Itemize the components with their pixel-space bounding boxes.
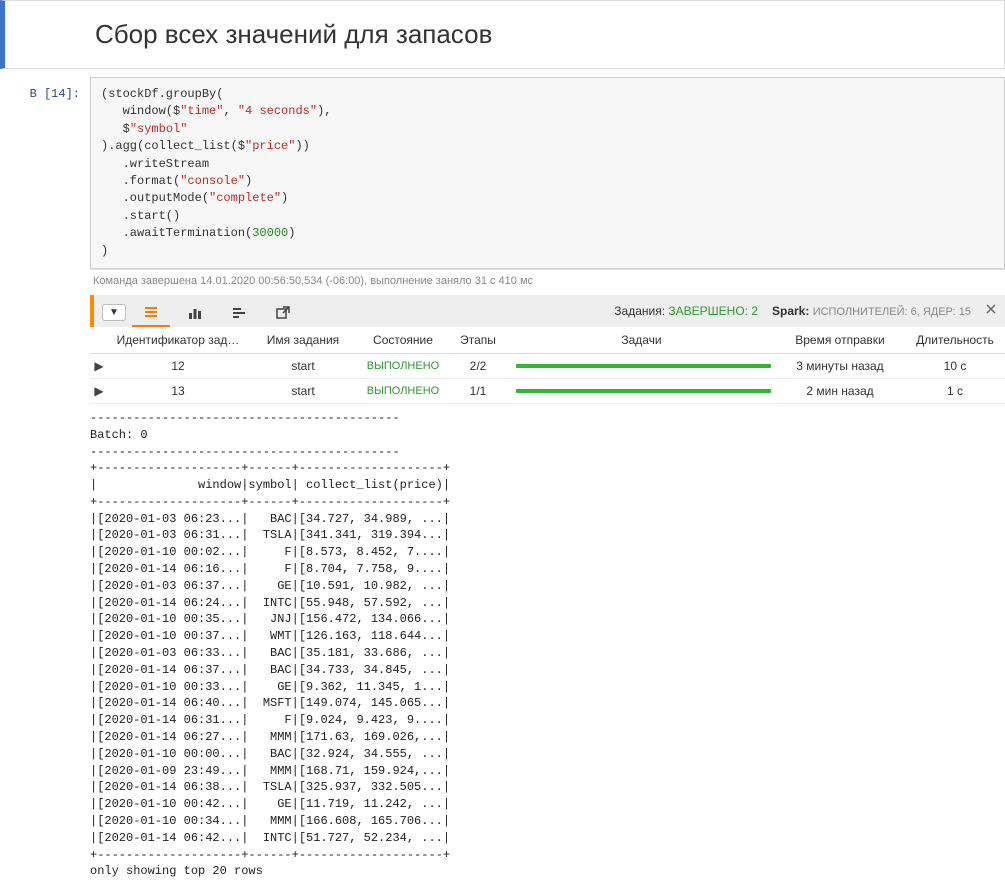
expand-row-button[interactable]: ▶: [90, 378, 108, 403]
console-output: ----------------------------------------…: [90, 404, 1005, 880]
jobs-toolbar: ▼ Задания: ЗАВЕРШЕНО: 2 Spark: ИСП: [90, 295, 1005, 327]
job-row: ▶ 13 start ВЫПОЛНЕНО 1/1 2 мин назад 1 с: [90, 378, 1005, 403]
job-id: 12: [108, 353, 248, 378]
job-row: ▶ 12 start ВЫПОЛНЕНО 2/2 3 минуты назад …: [90, 353, 1005, 378]
job-state: ВЫПОЛНЕНО: [358, 378, 448, 403]
progress-bar: [516, 389, 771, 393]
prompt-label: В [14]:: [0, 77, 90, 101]
jobs-header-cell[interactable]: Имя задания: [248, 327, 358, 354]
job-stages: 2/2: [448, 353, 508, 378]
job-stages: 1/1: [448, 378, 508, 403]
jobs-header-cell[interactable]: Идентификатор зад…: [108, 327, 248, 354]
job-duration: 10 с: [905, 353, 1005, 378]
job-tasks: [508, 353, 775, 378]
jobs-dropdown[interactable]: ▼: [102, 304, 126, 321]
timeline-icon: [231, 305, 247, 321]
status-line: Команда завершена 14.01.2020 00:56:50,53…: [90, 269, 1005, 295]
jobs-header-cell[interactable]: Задачи: [508, 327, 775, 354]
heading-cell: Сбор всех значений для запасов: [0, 0, 1005, 69]
jobs-header-cell[interactable]: Этапы: [448, 327, 508, 354]
tasks-status: ЗАВЕРШЕНО: 2: [668, 304, 758, 318]
jobs-table: Идентификатор зад…Имя заданияСостояниеЭт…: [90, 327, 1005, 404]
close-icon: [985, 303, 997, 315]
spark-info: ИСПОЛНИТЕЛЕЙ: 6, ЯДЕР: 15: [813, 306, 971, 318]
spark-label: Spark:: [772, 304, 809, 318]
job-submitted: 2 мин назад: [775, 378, 905, 403]
expand-row-button[interactable]: ▶: [90, 353, 108, 378]
jobs-header-cell[interactable]: [90, 327, 108, 354]
timeline-view-tab[interactable]: [220, 299, 258, 327]
job-duration: 1 с: [905, 378, 1005, 403]
tasks-label: Задания:: [614, 304, 665, 318]
job-name: start: [248, 378, 358, 403]
code-editor[interactable]: (stockDf.groupBy( window($"time", "4 sec…: [90, 77, 1005, 269]
popout-icon: [275, 305, 291, 321]
jobs-header-cell[interactable]: Время отправки: [775, 327, 905, 354]
list-icon: [143, 304, 159, 320]
progress-bar: [516, 364, 771, 368]
close-jobs-button[interactable]: [985, 303, 997, 318]
list-view-tab[interactable]: [132, 299, 170, 327]
job-tasks: [508, 378, 775, 403]
job-name: start: [248, 353, 358, 378]
jobs-header-cell[interactable]: Длительность: [905, 327, 1005, 354]
heading-text: Сбор всех значений для запасов: [95, 19, 976, 50]
code-cell: В [14]: (stockDf.groupBy( window($"time"…: [0, 77, 1005, 880]
jobs-header-row: Идентификатор зад…Имя заданияСостояниеЭт…: [90, 327, 1005, 354]
bar-view-tab[interactable]: [176, 299, 214, 327]
job-state: ВЫПОЛНЕНО: [358, 353, 448, 378]
job-id: 13: [108, 378, 248, 403]
jobs-header-cell[interactable]: Состояние: [358, 327, 448, 354]
popout-tab[interactable]: [264, 299, 302, 327]
job-submitted: 3 минуты назад: [775, 353, 905, 378]
bar-chart-icon: [187, 305, 203, 321]
